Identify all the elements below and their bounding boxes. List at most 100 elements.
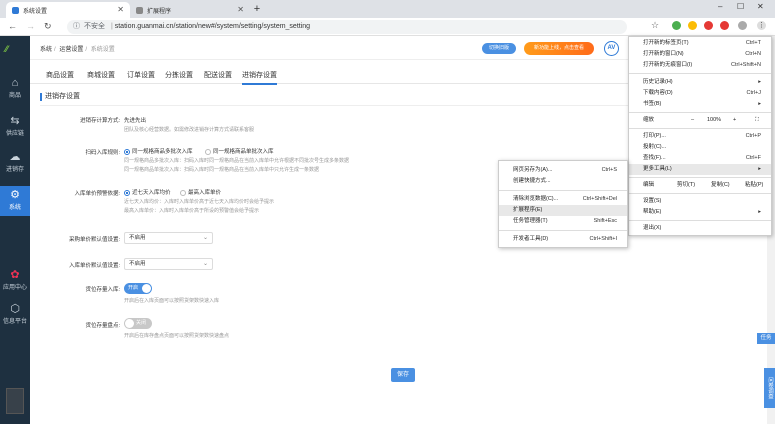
task-tag-button[interactable]: 任务	[757, 333, 775, 344]
menu-item-task-manager[interactable]: 任务管理器(T) Shift+Esc	[499, 216, 627, 227]
shelf-show-label: 货位存量盘点:	[85, 323, 120, 329]
new-feature-button[interactable]: 新功能上线，点击查看	[524, 42, 594, 55]
purchase-default-select[interactable]: 不启用 ⌄	[124, 232, 213, 244]
save-button[interactable]: 保存	[391, 368, 415, 382]
toggle-knob	[142, 284, 151, 293]
profile-icon[interactable]	[738, 21, 747, 30]
url-bar[interactable]: ⓘ 不安全 | station.guanmai.cn/station/new#/s…	[67, 20, 627, 34]
extension-icon[interactable]	[720, 21, 729, 30]
extension-icon[interactable]	[672, 21, 681, 30]
forward-icon[interactable]: →	[26, 21, 35, 31]
menu-item-more-tools[interactable]: 更多工具(L) ▸	[629, 164, 771, 175]
sidebar-item-label: 信息平台	[2, 319, 27, 325]
browser-tab-system-settings[interactable]: 系统设置 ✕	[6, 2, 130, 18]
browser-tab-extensions[interactable]: 扩展程序 ✕	[130, 2, 250, 18]
menu-item-bookmarks[interactable]: 书签(B) ▸	[629, 99, 771, 110]
menu-item-exit[interactable]: 退出(X)	[629, 223, 771, 234]
survey-tag-button[interactable]: 问卷调查	[764, 368, 775, 408]
menu-item-find[interactable]: 查找(F)... Ctrl+F	[629, 153, 771, 164]
extension-icon[interactable]	[704, 21, 713, 30]
price-warning-option-avg[interactable]: 近七天入库均价	[124, 188, 171, 196]
sidebar-item-supply-chain[interactable]: ⇆ 供应链	[0, 112, 30, 142]
star-icon[interactable]: ☆	[651, 20, 659, 31]
section-title: 进销存设置	[40, 93, 80, 101]
price-warning-label: 入库单价预警依据:	[74, 191, 120, 197]
menu-item-save-page[interactable]: 网页另存为(A)... Ctrl+S	[499, 165, 627, 176]
maximize-icon[interactable]: ☐	[737, 2, 744, 11]
paste-button[interactable]: 粘贴(P)	[745, 180, 763, 191]
breadcrumb-item[interactable]: 运营设置	[59, 47, 83, 53]
reload-icon[interactable]: ↻	[44, 21, 52, 32]
breadcrumb: 系统 / 运营设置 / 系统设置	[40, 47, 115, 53]
close-tab-icon[interactable]: ✕	[117, 5, 124, 14]
menu-item-cast[interactable]: 投射(C)...	[629, 142, 771, 153]
app-header: 系统 / 运营设置 / 系统设置 切换旧版 新功能上线，点击查看 AV	[30, 36, 628, 60]
cut-button[interactable]: 剪切(T)	[677, 180, 695, 191]
shelf-show-hint: 开启后在库存盘点页面可以按照货架数快速盘点	[124, 333, 230, 339]
menu-item-clear-data[interactable]: 清除浏览数据(C)... Ctrl+Shift+Del	[499, 194, 627, 205]
menu-item-incognito[interactable]: 打开新的无痕窗口(I) Ctrl+Shift+N	[629, 60, 771, 71]
radio-checked-icon	[124, 189, 130, 196]
more-tools-submenu: 网页另存为(A)... Ctrl+S 创建快捷方式... 清除浏览数据(C)...…	[498, 160, 628, 248]
scan-rule-option-multi[interactable]: 同一规格商品多批次入库	[124, 147, 193, 155]
sidebar-item-label: 供应链	[5, 131, 24, 137]
stockin-default-label: 入库单价默认值设置:	[68, 263, 120, 269]
sidebar-item-app-center[interactable]: ✿ 应用中心	[0, 266, 30, 296]
url-text: station.guanmai.cn/station/new#/system/s…	[114, 23, 311, 30]
tab-delivery-settings[interactable]: 配送设置	[204, 70, 232, 80]
scan-rule-hint: 同一规格商品单批次入库：扫码入库时同一规格商品在当前入库单中只允许生成一条数据	[124, 167, 320, 173]
menu-edit-row: 编辑 剪切(T) 复制(C) 粘贴(P)	[629, 180, 771, 191]
switch-old-version-button[interactable]: 切换旧版	[482, 43, 516, 54]
avatar[interactable]: AV	[604, 41, 619, 56]
fullscreen-icon[interactable]: ⛶	[755, 115, 759, 126]
security-label: 不安全	[84, 23, 105, 30]
menu-item-settings[interactable]: 设置(S)	[629, 196, 771, 207]
menu-item-new-tab[interactable]: 打开新的标签页(T) Ctrl+T	[629, 38, 771, 49]
close-tab-icon[interactable]: ✕	[237, 5, 244, 14]
price-warning-option-max[interactable]: 最高入库单价	[180, 188, 221, 196]
sidebar-item-system[interactable]: ⚙ 系统	[0, 186, 30, 216]
inventory-method-value: 先进先出	[124, 118, 147, 124]
scan-rule-label: 扫码入库规则:	[85, 150, 120, 156]
menu-item-new-window[interactable]: 打开新的窗口(N) Ctrl+N	[629, 49, 771, 60]
sidebar-item-inventory[interactable]: ☁ 进销存	[0, 148, 30, 178]
browser-tab-strip: 系统设置 ✕ 扩展程序 ✕ + – ☐ ✕	[0, 0, 775, 18]
menu-item-downloads[interactable]: 下载内容(D) Ctrl+J	[629, 88, 771, 99]
breadcrumb-item[interactable]: 系统	[40, 47, 52, 53]
shelf-in-toggle[interactable]: 开启	[124, 283, 152, 294]
menu-item-dev-tools[interactable]: 开发者工具(D) Ctrl+Shift+I	[499, 234, 627, 245]
tab-sorting-settings[interactable]: 分拣设置	[165, 70, 193, 80]
tab-order-settings[interactable]: 订单设置	[127, 70, 155, 80]
kebab-menu-icon[interactable]: ⋮	[757, 21, 766, 30]
menu-item-extensions[interactable]: 扩展程序(E)	[499, 205, 627, 216]
menu-item-create-shortcut[interactable]: 创建快捷方式...	[499, 176, 627, 187]
zoom-out-button[interactable]: –	[691, 115, 694, 126]
tab-title: 系统设置	[23, 8, 48, 15]
copy-button[interactable]: 复制(C)	[711, 180, 730, 191]
sidebar-item-info-platform[interactable]: ⬡ 信息平台	[0, 300, 30, 330]
menu-item-help[interactable]: 帮助(E) ▸	[629, 207, 771, 218]
scan-rule-option-single[interactable]: 同一规格商品单批次入库	[205, 147, 274, 155]
toggle-knob	[125, 319, 134, 328]
price-warning-hint: 最高入库单价：入库时入库单价高于所设的预警值会给予提示	[124, 208, 260, 214]
radio-checked-icon	[124, 148, 130, 155]
back-icon[interactable]: ←	[8, 21, 17, 31]
sidebar-item-products[interactable]: ⌂ 商品	[0, 74, 30, 104]
minimize-icon[interactable]: –	[718, 2, 722, 11]
menu-item-print[interactable]: 打印(P)... Ctrl+P	[629, 131, 771, 142]
shelf-in-label: 货位存量入库:	[85, 287, 120, 293]
tab-mall-settings[interactable]: 商城设置	[87, 70, 115, 80]
shelf-show-toggle[interactable]: 关闭	[124, 318, 152, 329]
zoom-in-button[interactable]: +	[733, 115, 736, 126]
tab-product-settings[interactable]: 商品设置	[46, 70, 74, 80]
site-favicon-icon	[12, 6, 19, 14]
exchange-icon: ⇆	[10, 115, 20, 127]
price-warning-hint: 近七天入库均价：入库时入库单价高于近七天入库均价时会给予提示	[124, 199, 275, 205]
info-icon: ⓘ	[73, 23, 80, 30]
new-tab-button[interactable]: +	[251, 3, 263, 15]
close-window-icon[interactable]: ✕	[757, 2, 764, 11]
menu-item-history[interactable]: 历史记录(H) ▸	[629, 77, 771, 88]
stockin-default-select[interactable]: 不启用 ⌄	[124, 258, 213, 270]
extension-icon[interactable]	[688, 21, 697, 30]
tab-inventory-settings[interactable]: 进销存设置	[242, 70, 277, 85]
